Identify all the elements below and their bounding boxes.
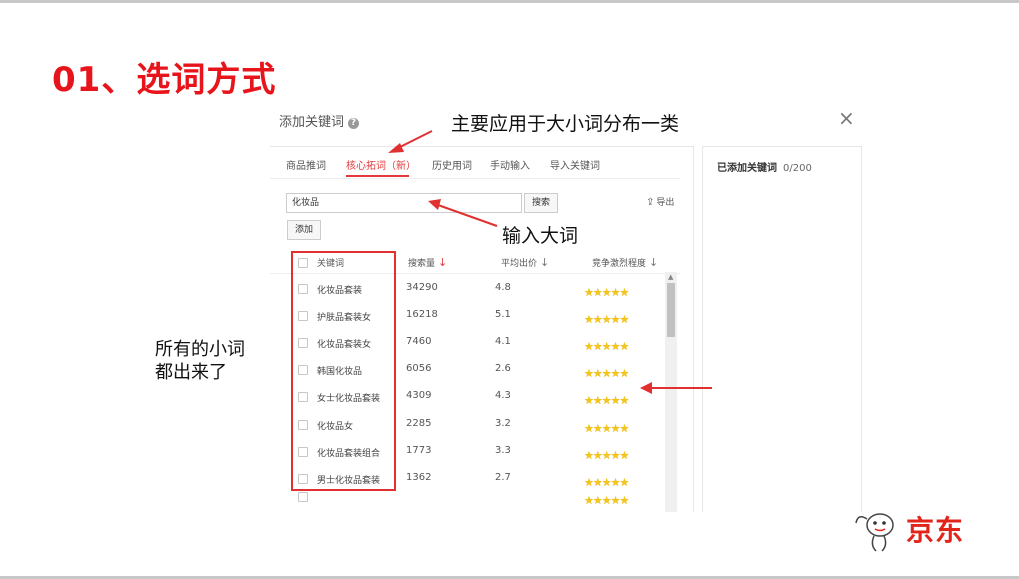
jd-dog-icon [855, 513, 894, 552]
jd-logo-text: 京东 [906, 514, 965, 547]
arrow-head [428, 199, 441, 210]
arrow-to-tab [397, 130, 433, 149]
arrow-head [388, 143, 404, 153]
annotation-overlay [291, 130, 712, 491]
arrow-head [640, 382, 652, 394]
arrow-to-input [437, 204, 498, 227]
jd-logo: 京东 [854, 505, 984, 555]
highlight-box [291, 251, 396, 491]
